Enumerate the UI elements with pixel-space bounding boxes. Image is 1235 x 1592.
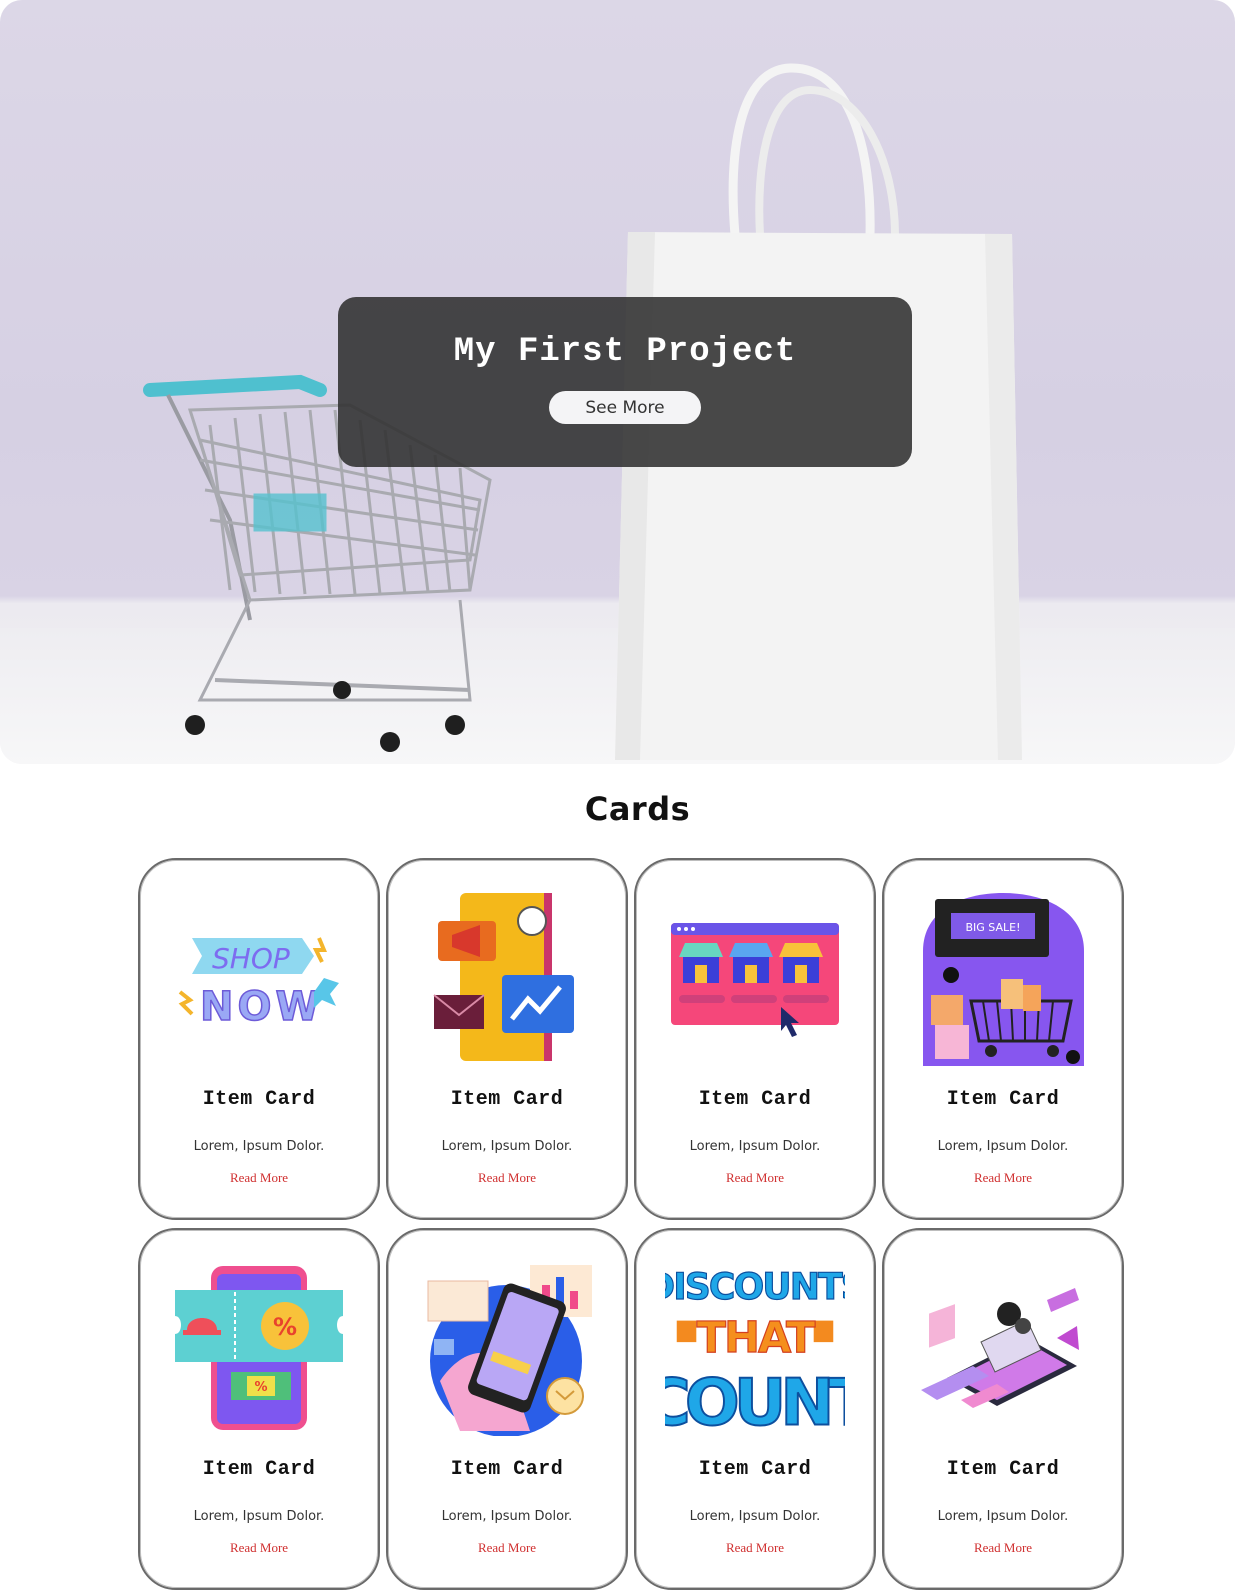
- shop-now-illustration-icon: SHOP NOW: [169, 888, 349, 1068]
- percent-sign-small: %: [254, 1380, 267, 1395]
- card-title: Item Card: [450, 1088, 564, 1111]
- shop-word: SHOP: [212, 942, 290, 975]
- card-description: Lorem, Ipsum Dolor.: [441, 1139, 573, 1154]
- hero-overlay: My First Project See More: [338, 297, 912, 467]
- percent-sign-large: %: [273, 1313, 297, 1341]
- discounts-word: DISCOUNTS: [665, 1265, 845, 1308]
- item-card: Item Card Lorem, Ipsum Dolor. Read More: [386, 1228, 628, 1590]
- read-more-link[interactable]: Read More: [478, 1170, 536, 1186]
- read-more-link[interactable]: Read More: [726, 1540, 784, 1556]
- read-more-link[interactable]: Read More: [726, 1170, 784, 1186]
- card-description: Lorem, Ipsum Dolor.: [193, 1139, 325, 1154]
- that-word: THAT: [697, 1313, 816, 1363]
- card-description: Lorem, Ipsum Dolor.: [937, 1509, 1069, 1524]
- item-card: Item Card Lorem, Ipsum Dolor. Read More: [882, 1228, 1124, 1590]
- read-more-link[interactable]: Read More: [478, 1540, 536, 1556]
- read-more-link[interactable]: Read More: [974, 1170, 1032, 1186]
- card-title: Item Card: [450, 1458, 564, 1481]
- item-card: DISCOUNTS THAT COUNT Item Card Lorem, Ip…: [634, 1228, 876, 1590]
- card-description: Lorem, Ipsum Dolor.: [441, 1509, 573, 1524]
- item-card: SHOP NOW Item Card Lorem, Ipsum Dolor. R…: [138, 858, 380, 1220]
- card-title: Item Card: [202, 1458, 316, 1481]
- big-sale-cart-illustration-icon: BIG SALE!: [913, 888, 1093, 1068]
- card-description: Lorem, Ipsum Dolor.: [689, 1139, 821, 1154]
- item-card: % % Item Card Lorem, Ipsum Dolor. Read M…: [138, 1228, 380, 1590]
- read-more-link[interactable]: Read More: [974, 1540, 1032, 1556]
- see-more-button[interactable]: See More: [549, 391, 701, 424]
- item-card: Item Card Lorem, Ipsum Dolor. Read More: [386, 858, 628, 1220]
- card-title: Item Card: [698, 1088, 812, 1111]
- hero-banner: My First Project See More: [0, 0, 1235, 764]
- count-word: COUNT: [665, 1365, 845, 1438]
- mobile-shopping-illustration-icon: [417, 1258, 597, 1438]
- isometric-ecommerce-illustration-icon: [913, 1258, 1093, 1438]
- card-title: Item Card: [698, 1458, 812, 1481]
- now-word: NOW: [200, 984, 324, 1028]
- discounts-that-count-lettering-icon: DISCOUNTS THAT COUNT: [665, 1258, 845, 1438]
- big-sale-text: BIG SALE!: [965, 921, 1020, 934]
- read-more-link[interactable]: Read More: [230, 1540, 288, 1556]
- read-more-link[interactable]: Read More: [230, 1170, 288, 1186]
- card-description: Lorem, Ipsum Dolor.: [937, 1139, 1069, 1154]
- hero-title: My First Project: [453, 333, 797, 371]
- card-description: Lorem, Ipsum Dolor.: [689, 1509, 821, 1524]
- card-description: Lorem, Ipsum Dolor.: [193, 1509, 325, 1524]
- cards-grid: SHOP NOW Item Card Lorem, Ipsum Dolor. R…: [138, 858, 1124, 1590]
- card-title: Item Card: [946, 1458, 1060, 1481]
- online-store-browser-illustration-icon: [665, 888, 845, 1068]
- cards-heading: Cards: [584, 790, 691, 828]
- digital-marketing-phone-illustration-icon: [417, 888, 597, 1068]
- cart-wheels-icon: [185, 681, 465, 752]
- item-card: Item Card Lorem, Ipsum Dolor. Read More: [634, 858, 876, 1220]
- card-title: Item Card: [202, 1088, 316, 1111]
- card-title: Item Card: [946, 1088, 1060, 1111]
- item-card: BIG SALE! Item Card Lorem, Ipsum Dolor. …: [882, 858, 1124, 1220]
- coupon-phone-illustration-icon: % %: [169, 1258, 349, 1438]
